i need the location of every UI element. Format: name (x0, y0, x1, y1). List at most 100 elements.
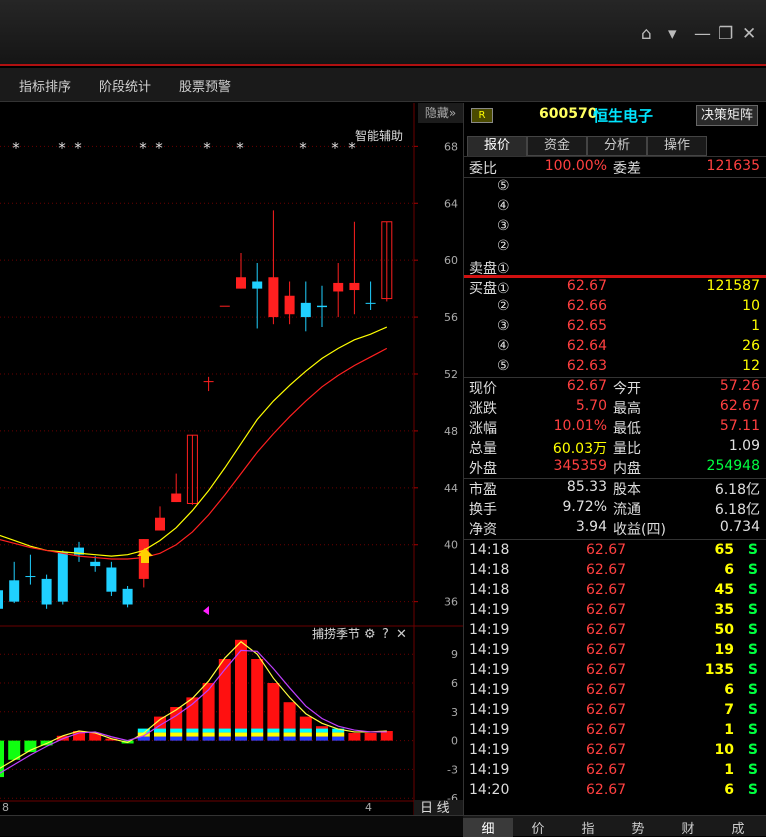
menu-stock-alert[interactable]: 股票预警 (179, 76, 231, 95)
fundamental-row: 净资 3.94 收益(四) 0.734 (464, 519, 766, 539)
tab-funds[interactable]: 资金 (527, 136, 587, 156)
close-indicator-icon: ✕ (396, 627, 407, 642)
period-label: 日 线 (420, 800, 450, 815)
histogram-band (202, 736, 215, 741)
stat-value: 62.67 (566, 378, 607, 394)
tab-index[interactable]: 指 (563, 818, 613, 837)
tick-price: 62.67 (586, 622, 627, 638)
rating-badge[interactable]: R (471, 108, 493, 123)
tab-deals[interactable]: 成 (713, 818, 763, 837)
tick-volume: 10 (714, 742, 734, 758)
home-icon[interactable]: ⌂ (641, 24, 652, 44)
histogram-bar (348, 732, 361, 741)
y-tick-label: 56 (444, 311, 458, 324)
candle-body (57, 551, 68, 602)
star-marker: * (74, 139, 82, 157)
decision-matrix-button[interactable]: 决策矩阵 (696, 105, 758, 126)
tab-detail[interactable]: 细 (463, 818, 513, 837)
histogram-band (267, 732, 280, 737)
bid-volume: 26 (742, 338, 760, 354)
detail-tabs: 细 价 指 势 财 成 (463, 815, 766, 837)
menu-stage-stats[interactable]: 阶段统计 (99, 76, 151, 95)
tab-analysis[interactable]: 分析 (587, 136, 647, 156)
histogram-band (283, 732, 296, 737)
title-bar: ⌂ ▾ — ❐ ✕ (0, 0, 766, 66)
bid-volume: 12 (742, 358, 760, 374)
histogram-band (235, 728, 247, 733)
sub-y-tick-label: 3 (451, 706, 458, 719)
tick-row: 14:19 62.67 19 S (464, 642, 766, 662)
gear-icon: ⚙ (364, 627, 376, 642)
restore-icon[interactable]: ❐ (718, 24, 733, 44)
histogram-band (332, 736, 345, 741)
ask-level-label: ③ (497, 218, 510, 234)
weibi-label: 委比 (469, 161, 497, 177)
kline-chart[interactable]: 6864605652484440369630-3-6* * * * * * * * * *智能辅助… (0, 103, 463, 815)
bid-row: ② 62.66 10 (464, 298, 766, 318)
tick-volume: 1 (724, 722, 734, 738)
help-icon: ? (382, 627, 389, 642)
histogram-bar (364, 732, 377, 741)
ask-level-label: ② (497, 238, 510, 254)
stat-label: 外盘 (469, 461, 497, 477)
stat-row: 现价 62.67 今开 57.26 (464, 378, 766, 398)
ask-level-label: ④ (497, 198, 510, 214)
stat-value: 1.09 (728, 438, 760, 454)
tick-time: 14:19 (469, 662, 510, 678)
hide-button[interactable]: 隐藏» (418, 103, 463, 123)
stat-row: 涨幅 10.01% 最低 57.11 (464, 418, 766, 438)
sub-y-tick-label: 0 (451, 735, 458, 748)
y-tick-label: 68 (444, 140, 458, 153)
tab-finance[interactable]: 财 (663, 818, 713, 837)
bid-level-label: ② (497, 298, 510, 314)
tick-price: 62.67 (586, 602, 627, 618)
tick-time: 14:19 (469, 742, 510, 758)
tab-operate[interactable]: 操作 (647, 136, 707, 156)
stat-value: 60.03万 (552, 441, 607, 457)
hide-label: 隐藏 (424, 106, 449, 120)
stat-value: 345359 (553, 458, 607, 474)
menu-bar: 指标排序 阶段统计 股票预警 (0, 68, 766, 102)
stat-label: 内盘 (613, 461, 641, 477)
chart-bottom-bar (0, 815, 463, 836)
tick-side: S (747, 722, 758, 738)
tick-side: S (747, 602, 758, 618)
x-tick-label: 8 (2, 801, 9, 814)
chart-area[interactable]: 68 64 60 56 52 48 44 40 36 9 6 3 0 -3 -6 * * * * * * * * * * 智能辅助… (0, 103, 463, 815)
tick-volume: 6 (724, 682, 734, 698)
star-marker: * (331, 139, 339, 157)
tab-trend[interactable]: 势 (613, 818, 663, 837)
stat-label: 量比 (613, 441, 641, 457)
minimize-icon[interactable]: — (694, 24, 711, 44)
tick-side: S (747, 642, 758, 658)
tick-row: 14:19 62.67 135 S (464, 662, 766, 682)
tick-price: 62.67 (586, 562, 627, 578)
stat-label: 现价 (469, 381, 497, 397)
tab-price[interactable]: 价 (513, 818, 563, 837)
stat-label: 最低 (613, 421, 641, 437)
tick-side: S (747, 682, 758, 698)
histogram-band (186, 736, 199, 741)
tick-price: 62.67 (586, 542, 627, 558)
fundamental-value: 6.18亿 (714, 482, 760, 498)
histogram-band (202, 728, 215, 733)
histogram-band (267, 736, 280, 741)
weicha-label: 委差 (613, 161, 641, 177)
close-icon[interactable]: ✕ (742, 24, 756, 44)
bid-price: 62.63 (566, 358, 607, 374)
candle-body (284, 295, 295, 315)
dropdown-icon[interactable]: ▾ (668, 24, 677, 44)
bid-level-label: ③ (497, 318, 510, 334)
tick-price: 62.67 (586, 582, 627, 598)
ask-row: ③ (464, 218, 766, 238)
candle-body (9, 580, 20, 602)
tick-time: 14:20 (469, 782, 510, 798)
menu-indicator-sort[interactable]: 指标排序 (19, 76, 71, 95)
candle-body (25, 576, 36, 578)
stat-value: 5.70 (575, 398, 607, 414)
tab-quote[interactable]: 报价 (467, 136, 527, 156)
stat-value: 57.11 (719, 418, 760, 434)
tick-row: 14:18 62.67 65 S (464, 542, 766, 562)
tick-volume: 50 (714, 622, 734, 638)
tick-price: 62.67 (586, 702, 627, 718)
